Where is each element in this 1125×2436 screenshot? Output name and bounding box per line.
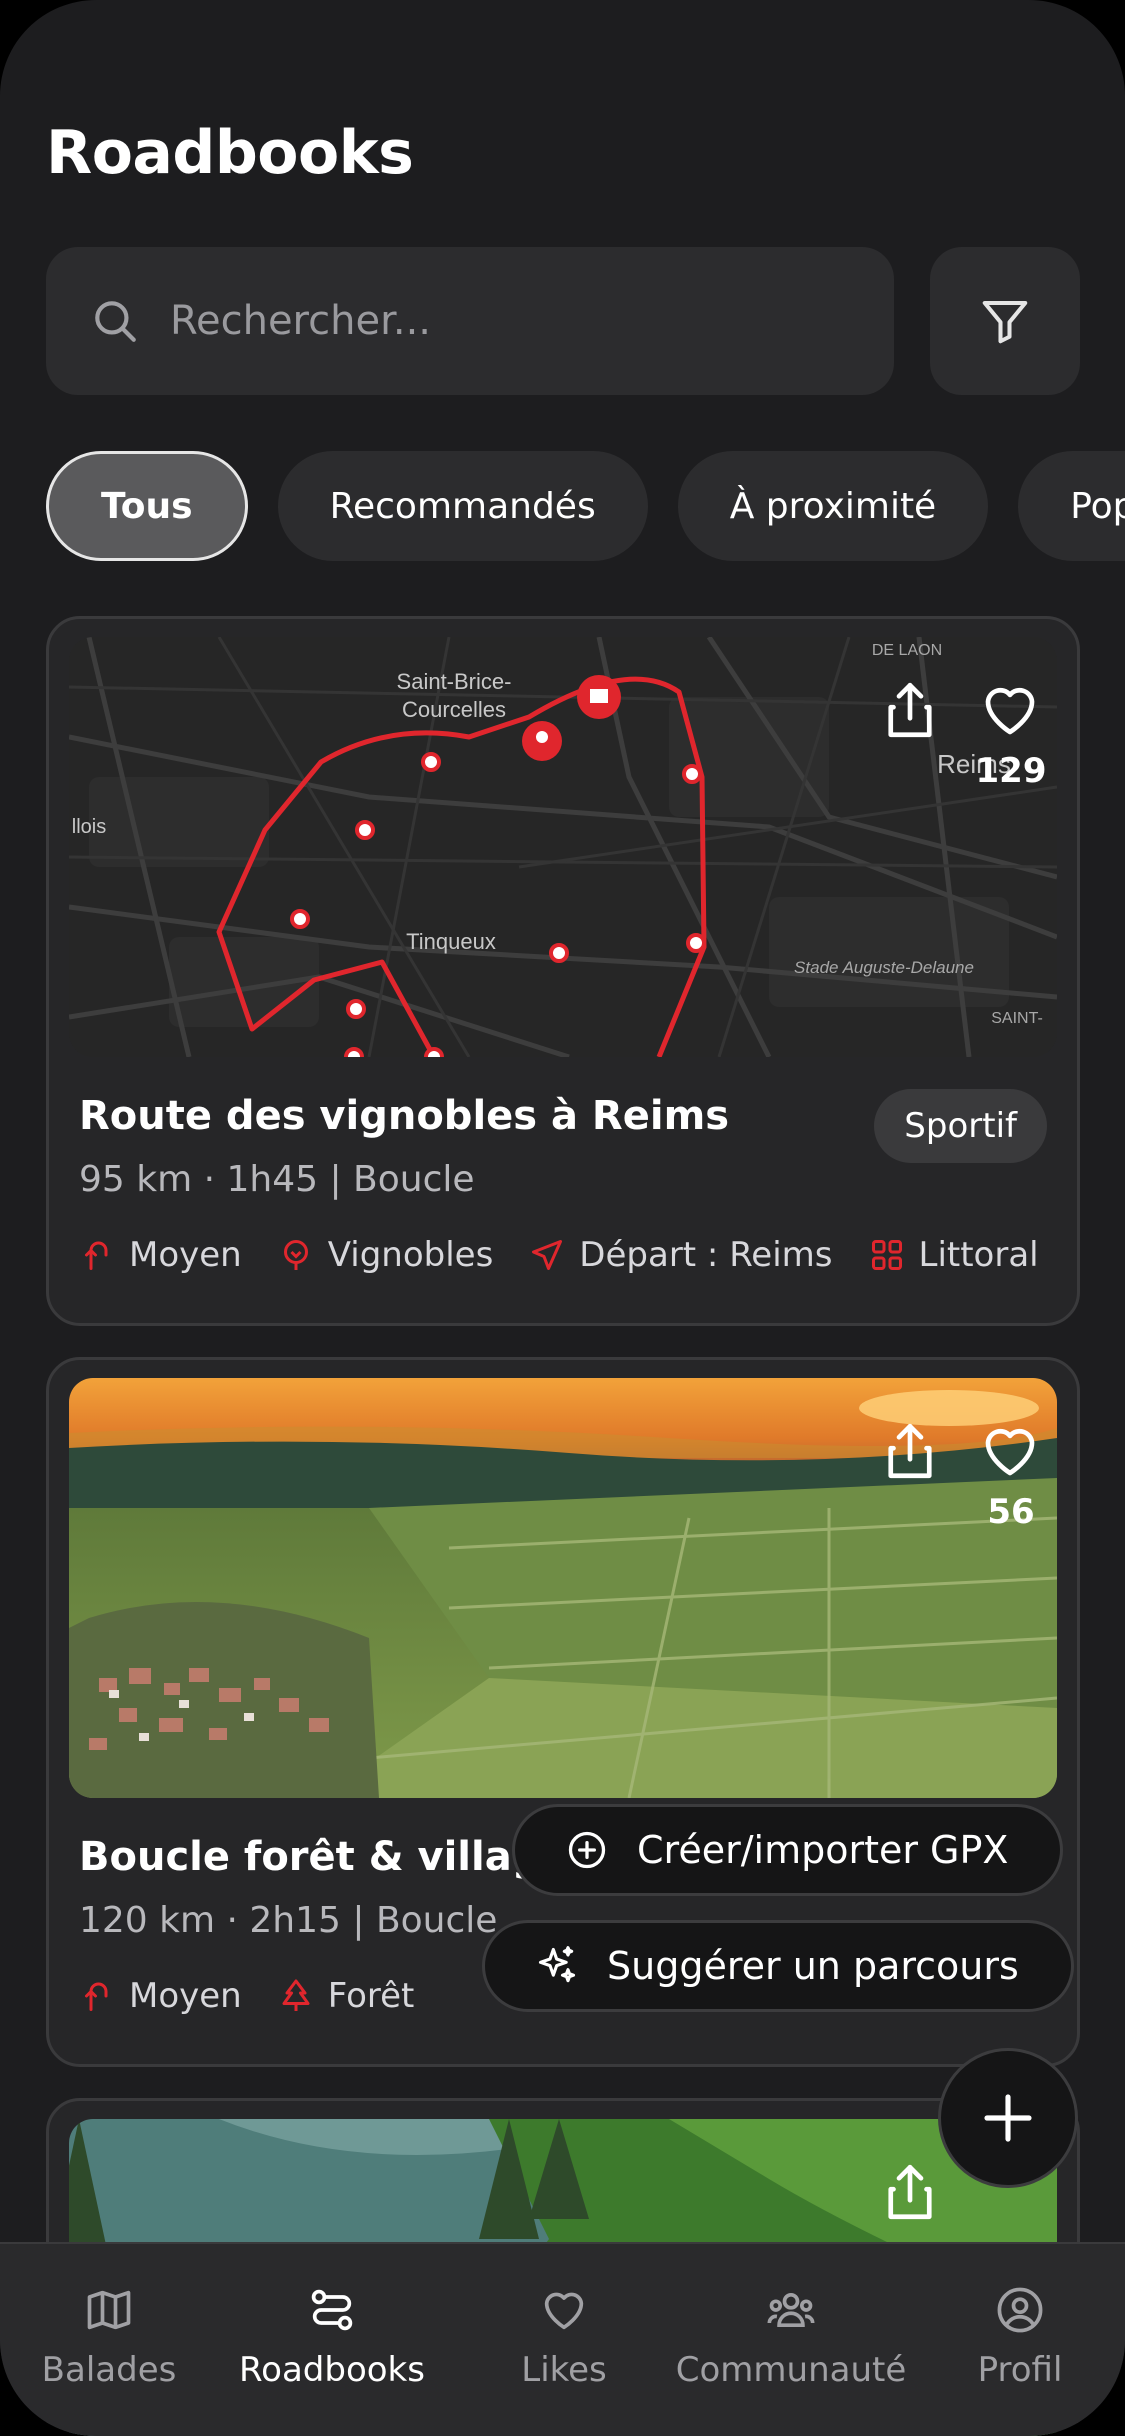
filter-icon [982,300,1028,344]
like-count: 56 [987,1492,1035,1532]
chip-a-proximite[interactable]: À proximité [677,451,989,561]
tab-likes[interactable]: Likes [492,2244,636,2436]
map-label-saint: SAINT- [991,1010,1043,1027]
app-screen: Roadbooks Rechercher... Tous Recommandés… [0,0,1125,2436]
tag-theme: Vignobles [278,1235,493,1275]
share-icon[interactable] [877,1418,943,1484]
share-icon[interactable] [877,677,943,743]
chip-recommandes[interactable]: Recommandés [277,451,648,561]
difficulty-icon [85,1241,108,1270]
create-gpx-button[interactable]: Créer/importer GPX [512,1804,1064,1896]
tag-theme: Forêt [278,1976,414,2016]
map-label-de-laon: DE LAON [872,642,942,659]
card-subtitle: 120 km · 2h15 | Boucle [79,1900,498,1941]
close-menu-button[interactable] [938,2048,1078,2188]
tab-balades[interactable]: Balades [26,2244,192,2436]
roadbook-card[interactable]: Saint-Brice- Courcelles Tinqueux Reims l… [46,616,1080,1326]
grape-icon [283,1240,308,1270]
route-photo[interactable]: 56 [69,1378,1057,1798]
difficulty-badge: Sportif [874,1089,1047,1163]
users-icon [767,2292,815,2328]
map-icon [87,2290,131,2330]
chip-tous[interactable]: Tous [46,451,248,561]
profile-icon [997,2287,1043,2333]
tag-start: Départ : Reims [529,1235,833,1275]
search-input[interactable]: Rechercher... [46,247,894,395]
heart-icon [544,2292,584,2330]
bottom-tab-bar: Balades Roadbooks Likes Communauté Profi… [0,2242,1125,2436]
search-placeholder: Rechercher... [170,298,431,344]
search-icon [95,301,136,342]
map-label-courcelles: Courcelles [402,697,506,722]
card-subtitle: 95 km · 1h45 | Boucle [79,1159,475,1200]
share-icon[interactable] [877,2159,943,2225]
page-title: Roadbooks [46,118,414,188]
like-count: 129 [975,751,1047,791]
card-tags: Moyen Vignobles Départ : Reims Littoral [79,1235,1075,1275]
plus-icon [984,2094,1032,2142]
chip-populaires[interactable]: Pop [1018,451,1125,561]
tag-difficulty: Moyen [79,1235,242,1275]
grid-icon [871,1240,902,1270]
card-title: Route des vignobles à Reims [79,1093,730,1139]
difficulty-icon [85,1982,108,2011]
tag-landscape: Littoral [869,1235,1039,1275]
suggest-route-button[interactable]: Suggérer un parcours [482,1920,1074,2012]
tag-difficulty: Moyen [79,1976,242,2016]
card-tags: Moyen Forêt [79,1976,450,2016]
add-circle-icon [568,1831,606,1869]
tab-roadbooks[interactable]: Roadbooks [232,2244,432,2436]
route-icon [311,2289,353,2331]
heart-icon[interactable] [977,677,1043,743]
map-label-llois: llois [72,816,106,838]
heart-icon[interactable] [977,1418,1043,1484]
map-label-stade: Stade Auguste-Delaune [794,958,974,977]
map-label-tinqueux: Tinqueux [406,929,496,954]
navigation-icon [532,1240,563,1270]
tree-icon [282,1979,310,2011]
map-label-saint-brice: Saint-Brice- [397,669,512,694]
route-map[interactable]: Saint-Brice- Courcelles Tinqueux Reims l… [69,637,1057,1057]
filter-button[interactable] [930,247,1080,395]
tab-communaute[interactable]: Communauté [676,2244,906,2436]
tab-profil[interactable]: Profil [950,2244,1090,2436]
filter-chips: Tous Recommandés À proximité Pop [46,451,1125,561]
sparkles-icon [538,1946,576,1983]
